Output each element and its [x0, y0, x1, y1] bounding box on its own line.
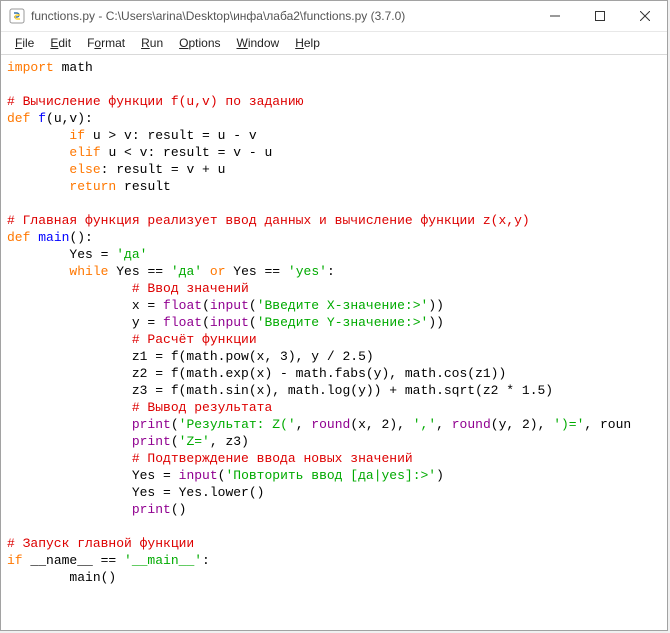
code-editor[interactable]: import math # Вычисление функции f(u,v) …: [1, 55, 667, 630]
minimize-button[interactable]: [532, 1, 577, 31]
close-button[interactable]: [622, 1, 667, 31]
menu-file[interactable]: File: [7, 34, 42, 52]
app-icon: [9, 8, 25, 24]
code-text: import: [7, 60, 54, 75]
titlebar[interactable]: functions.py - C:\Users\arina\Desktop\ин…: [1, 1, 667, 32]
menu-format[interactable]: Format: [79, 34, 133, 52]
window-title: functions.py - C:\Users\arina\Desktop\ин…: [31, 9, 532, 23]
menubar: File Edit Format Run Options Window Help: [1, 32, 667, 55]
menu-edit[interactable]: Edit: [42, 34, 79, 52]
menu-help[interactable]: Help: [287, 34, 328, 52]
window-buttons: [532, 1, 667, 31]
maximize-button[interactable]: [577, 1, 622, 31]
idle-window: functions.py - C:\Users\arina\Desktop\ин…: [0, 0, 668, 631]
menu-run[interactable]: Run: [133, 34, 171, 52]
code-text: # Вычисление функции f(u,v) по заданию: [7, 94, 303, 109]
menu-options[interactable]: Options: [171, 34, 228, 52]
menu-window[interactable]: Window: [229, 34, 288, 52]
